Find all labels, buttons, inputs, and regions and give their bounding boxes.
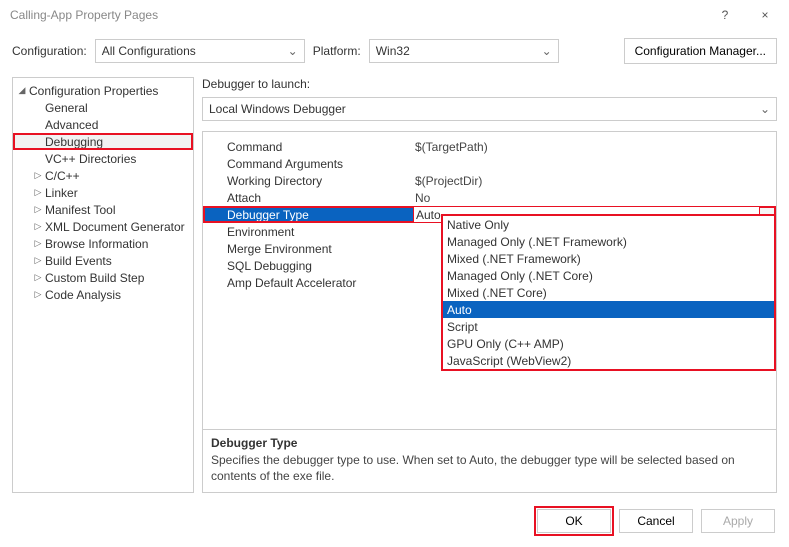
dropdown-option[interactable]: Mixed (.NET Core) bbox=[443, 284, 774, 301]
platform-label: Platform: bbox=[313, 44, 361, 58]
tree-item-build-events[interactable]: Build Events bbox=[13, 252, 193, 269]
property-pages-dialog: Calling-App Property Pages ? × Configura… bbox=[0, 0, 789, 547]
tree-label: Custom Build Step bbox=[43, 271, 144, 285]
dialog-body: Configuration Properties General Advanced… bbox=[0, 77, 789, 497]
tree-label: Browse Information bbox=[43, 237, 148, 251]
tree-item-browse-information[interactable]: Browse Information bbox=[13, 235, 193, 252]
apply-button[interactable]: Apply bbox=[701, 509, 775, 533]
property-grid: Command$(TargetPath)Command ArgumentsWor… bbox=[202, 131, 777, 493]
debugger-type-dropdown[interactable]: Native OnlyManaged Only (.NET Framework)… bbox=[441, 214, 776, 371]
debugger-launch-select[interactable]: Local Windows Debugger ⌄ bbox=[202, 97, 777, 121]
property-name: Command bbox=[203, 140, 413, 154]
expand-icon[interactable] bbox=[33, 221, 43, 232]
dropdown-option[interactable]: Script bbox=[443, 318, 774, 335]
property-name: Environment bbox=[203, 225, 413, 239]
property-value[interactable]: $(ProjectDir) bbox=[413, 174, 776, 188]
description-text: Specifies the debugger type to use. When… bbox=[211, 452, 768, 484]
dropdown-option[interactable]: Managed Only (.NET Framework) bbox=[443, 233, 774, 250]
tree-item-vc-directories[interactable]: VC++ Directories bbox=[13, 150, 193, 167]
category-tree[interactable]: Configuration Properties General Advanced… bbox=[12, 77, 194, 493]
configuration-label: Configuration: bbox=[12, 44, 87, 58]
tree-item-xml-document-generator[interactable]: XML Document Generator bbox=[13, 218, 193, 235]
expand-icon[interactable] bbox=[17, 85, 27, 96]
close-button[interactable]: × bbox=[745, 0, 785, 30]
dropdown-option[interactable]: GPU Only (C++ AMP) bbox=[443, 335, 774, 352]
property-value[interactable]: $(TargetPath) bbox=[413, 140, 776, 154]
dropdown-option[interactable]: Auto bbox=[443, 301, 774, 318]
property-row[interactable]: Command$(TargetPath) bbox=[203, 138, 776, 155]
property-name: Attach bbox=[203, 191, 413, 205]
tree-label: Build Events bbox=[43, 254, 112, 268]
tree-label: Manifest Tool bbox=[43, 203, 115, 217]
tree-item-manifest-tool[interactable]: Manifest Tool bbox=[13, 201, 193, 218]
tree-item-debugging[interactable]: Debugging bbox=[13, 133, 193, 150]
tree-label: Debugging bbox=[43, 135, 103, 149]
titlebar: Calling-App Property Pages ? × bbox=[0, 0, 789, 30]
tree-item-custom-build-step[interactable]: Custom Build Step bbox=[13, 269, 193, 286]
tree-label: Code Analysis bbox=[43, 288, 121, 302]
property-row[interactable]: AttachNo bbox=[203, 189, 776, 206]
tree-label: General bbox=[43, 101, 88, 115]
dropdown-option[interactable]: Mixed (.NET Framework) bbox=[443, 250, 774, 267]
tree-item-general[interactable]: General bbox=[13, 99, 193, 116]
expand-icon[interactable] bbox=[33, 289, 43, 300]
debugger-launch-value: Local Windows Debugger bbox=[209, 102, 346, 116]
ok-button[interactable]: OK bbox=[537, 509, 611, 533]
window-title: Calling-App Property Pages bbox=[10, 8, 705, 22]
tree-label: Linker bbox=[43, 186, 78, 200]
chevron-down-icon: ⌄ bbox=[542, 44, 552, 58]
dropdown-option[interactable]: Native Only bbox=[443, 216, 774, 233]
property-value[interactable]: No bbox=[413, 191, 776, 205]
tree-label: XML Document Generator bbox=[43, 220, 185, 234]
debugger-launch-label: Debugger to launch: bbox=[202, 77, 777, 91]
expand-icon[interactable] bbox=[33, 204, 43, 215]
expand-icon[interactable] bbox=[33, 238, 43, 249]
property-name: SQL Debugging bbox=[203, 259, 413, 273]
chevron-down-icon: ⌄ bbox=[760, 102, 770, 116]
expand-icon[interactable] bbox=[33, 170, 43, 181]
configuration-value: All Configurations bbox=[102, 44, 196, 58]
configuration-manager-button[interactable]: Configuration Manager... bbox=[624, 38, 777, 64]
tree-item-advanced[interactable]: Advanced bbox=[13, 116, 193, 133]
expand-icon[interactable] bbox=[33, 272, 43, 283]
property-name: Amp Default Accelerator bbox=[203, 276, 413, 290]
property-row[interactable]: Working Directory$(ProjectDir) bbox=[203, 172, 776, 189]
description-title: Debugger Type bbox=[211, 436, 768, 450]
property-name: Command Arguments bbox=[203, 157, 413, 171]
tree-item-c-c-[interactable]: C/C++ bbox=[13, 167, 193, 184]
expand-icon[interactable] bbox=[33, 187, 43, 198]
tree-label: VC++ Directories bbox=[43, 152, 136, 166]
configuration-select[interactable]: All Configurations ⌄ bbox=[95, 39, 305, 63]
right-pane: Debugger to launch: Local Windows Debugg… bbox=[202, 77, 777, 493]
property-row[interactable]: Command Arguments bbox=[203, 155, 776, 172]
cancel-button[interactable]: Cancel bbox=[619, 509, 693, 533]
dropdown-option[interactable]: JavaScript (WebView2) bbox=[443, 352, 774, 369]
expand-icon[interactable] bbox=[33, 255, 43, 266]
platform-select[interactable]: Win32 ⌄ bbox=[369, 39, 559, 63]
property-name: Working Directory bbox=[203, 174, 413, 188]
tree-label: C/C++ bbox=[43, 169, 80, 183]
help-button[interactable]: ? bbox=[705, 0, 745, 30]
configuration-bar: Configuration: All Configurations ⌄ Plat… bbox=[0, 30, 789, 77]
tree-root[interactable]: Configuration Properties bbox=[13, 82, 193, 99]
chevron-down-icon: ⌄ bbox=[288, 44, 298, 58]
dialog-buttons: OK Cancel Apply bbox=[0, 497, 789, 547]
tree-item-code-analysis[interactable]: Code Analysis bbox=[13, 286, 193, 303]
dropdown-option[interactable]: Managed Only (.NET Core) bbox=[443, 267, 774, 284]
property-name: Debugger Type bbox=[203, 208, 413, 222]
tree-item-linker[interactable]: Linker bbox=[13, 184, 193, 201]
tree-label: Advanced bbox=[43, 118, 98, 132]
platform-value: Win32 bbox=[376, 44, 410, 58]
tree-label: Configuration Properties bbox=[27, 84, 158, 98]
property-name: Merge Environment bbox=[203, 242, 413, 256]
property-description: Debugger Type Specifies the debugger typ… bbox=[203, 429, 776, 492]
